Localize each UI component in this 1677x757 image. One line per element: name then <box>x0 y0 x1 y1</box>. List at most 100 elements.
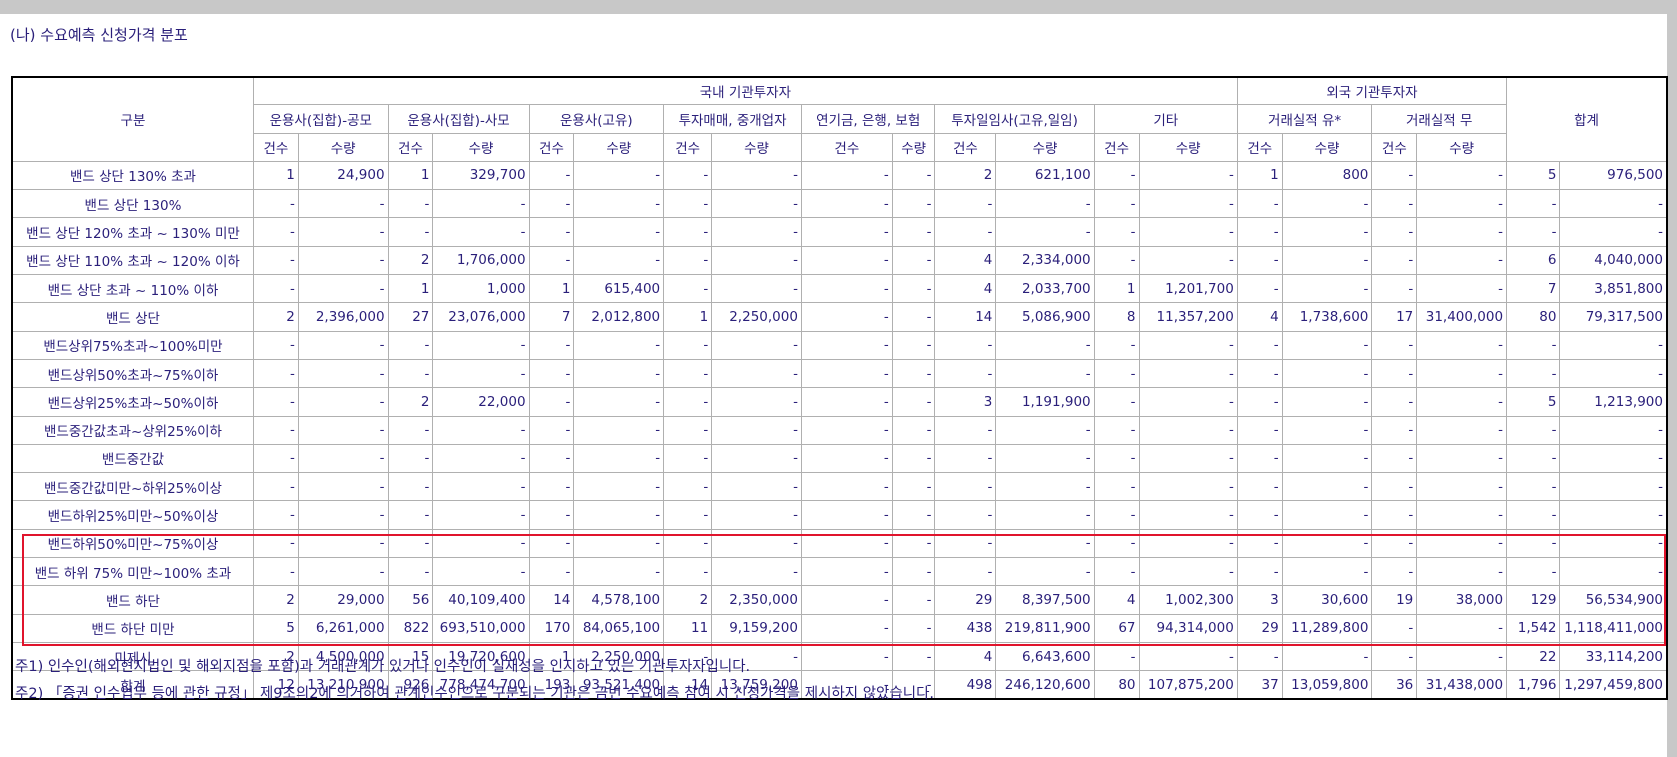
table-cell: 31,400,000 <box>1416 302 1508 332</box>
table-cell: - <box>891 556 936 587</box>
table-cell: - <box>891 302 936 332</box>
row-label: 밴드 상단 120% 초과 ~ 130% 미만 <box>11 217 254 247</box>
table-cell: - <box>528 387 575 417</box>
table-cell: - <box>1281 217 1373 247</box>
table-row: 밴드상위75%초과~100%미만 - - - - - - - - - - - - - - - - - - - - <box>11 330 1668 360</box>
table-cell: - <box>1559 189 1668 219</box>
table-cell: - <box>1138 330 1238 360</box>
table-cell: 329,700 <box>432 160 530 191</box>
table-cell: - <box>1281 330 1373 360</box>
table-cell: - <box>1371 443 1418 474</box>
document-sheet: (나) 수요예측 신청가격 분포 구분 국내 기관투자자 외국 기관투자자 합계… <box>0 14 1668 757</box>
table-cell: - <box>297 189 389 219</box>
table-cell: 4 <box>934 274 997 304</box>
table-row: 밴드중간값 - - - - - - - - - - - - - - - - - - - - <box>11 443 1668 474</box>
table-cell: 7 <box>528 302 575 332</box>
table-cell: - <box>573 387 665 417</box>
table-cell: - <box>1506 330 1561 360</box>
row-label: 밴드하위50%미만~75%이상 <box>11 528 254 558</box>
table-cell: - <box>800 189 893 219</box>
table-row: 밴드 하단 미만 5 6,261,000 822 693,510,000 170 84,06… <box>11 613 1668 643</box>
table-cell: - <box>528 330 575 360</box>
table-cell: - <box>1093 358 1140 389</box>
table-cell: - <box>297 245 389 276</box>
table-cell: - <box>995 500 1095 530</box>
table-cell: - <box>1416 443 1508 474</box>
table-cell: - <box>1236 189 1283 219</box>
table-cell: 1,297,459,800 <box>1559 670 1668 700</box>
table-cell: - <box>1559 500 1668 530</box>
table-cell: - <box>934 415 997 445</box>
table-cell: 14 <box>934 302 997 332</box>
header-domestic: 국내 기관투자자 <box>252 76 1238 106</box>
table-cell: 56,534,900 <box>1559 585 1668 615</box>
table-cell: - <box>528 443 575 474</box>
table-row: 밴드 하위 75% 미만~100% 초과 - - - - - - - - - - - - - - - - - - - - <box>11 556 1668 587</box>
table-cell: - <box>1416 613 1508 643</box>
table-cell: - <box>387 217 434 247</box>
table-cell: - <box>1416 330 1508 360</box>
table-cell: - <box>1138 528 1238 558</box>
table-cell: - <box>1281 274 1373 304</box>
table-cell: 1,000 <box>432 274 530 304</box>
table-cell: - <box>995 528 1095 558</box>
table-cell: - <box>297 387 389 417</box>
table-cell: - <box>711 387 802 417</box>
table-cell: - <box>1506 528 1561 558</box>
table-cell: - <box>573 415 665 445</box>
table-cell: 5,086,900 <box>995 302 1095 332</box>
header-count: 건수 <box>528 133 575 162</box>
table-cell: - <box>573 189 665 219</box>
table-cell: 80 <box>1093 670 1140 700</box>
table-row: 밴드 상단 2 2,396,000 27 23,076,000 7 2,012,800 1 2,… <box>11 302 1668 332</box>
table-cell: 5 <box>252 613 299 643</box>
table-cell: - <box>1506 556 1561 587</box>
table-cell: - <box>1093 245 1140 276</box>
table-cell: - <box>800 613 893 643</box>
table-cell: - <box>252 330 299 360</box>
table-cell: 94,314,000 <box>1138 613 1238 643</box>
table-cell: - <box>252 217 299 247</box>
table-cell: - <box>1416 472 1508 502</box>
table-cell: - <box>1416 415 1508 445</box>
table-cell: 31,438,000 <box>1416 670 1508 700</box>
table-cell: - <box>297 443 389 474</box>
table-cell: - <box>891 217 936 247</box>
table-cell: - <box>573 358 665 389</box>
table-cell: 3 <box>1236 585 1283 615</box>
table-cell: 800 <box>1281 160 1373 191</box>
table-cell: - <box>1281 415 1373 445</box>
table-cell: - <box>1416 641 1508 672</box>
table-cell: - <box>1093 443 1140 474</box>
table-cell: 38,000 <box>1416 585 1508 615</box>
table-cell: - <box>1281 358 1373 389</box>
table-cell: - <box>1506 217 1561 247</box>
table-cell: - <box>800 245 893 276</box>
table-cell: 1,002,300 <box>1138 585 1238 615</box>
table-cell: - <box>1093 387 1140 417</box>
table-cell: 246,120,600 <box>995 670 1095 700</box>
table-cell: 8 <box>1093 302 1140 332</box>
table-cell: - <box>891 528 936 558</box>
table-cell: - <box>573 556 665 587</box>
table-cell: - <box>995 358 1095 389</box>
table-cell: - <box>1236 556 1283 587</box>
table-cell: - <box>800 415 893 445</box>
table-cell: - <box>891 472 936 502</box>
table-row: 밴드 하단 2 29,000 56 40,109,400 14 4,578,100 2 2,35… <box>11 585 1668 615</box>
table-cell: - <box>1281 443 1373 474</box>
header-count: 건수 <box>934 133 997 162</box>
table-cell: - <box>1281 472 1373 502</box>
table-cell: 4 <box>1093 585 1140 615</box>
table-cell: 170 <box>528 613 575 643</box>
table-cell: 2 <box>252 302 299 332</box>
table-cell: 2 <box>934 160 997 191</box>
row-label: 밴드상위50%초과~75%이하 <box>11 358 254 389</box>
table-cell: - <box>800 358 893 389</box>
table-cell: 1,213,900 <box>1559 387 1668 417</box>
table-cell: - <box>1416 217 1508 247</box>
table-cell: - <box>1371 160 1418 191</box>
table-cell: - <box>1138 358 1238 389</box>
table-cell: - <box>387 330 434 360</box>
table-cell: - <box>995 330 1095 360</box>
